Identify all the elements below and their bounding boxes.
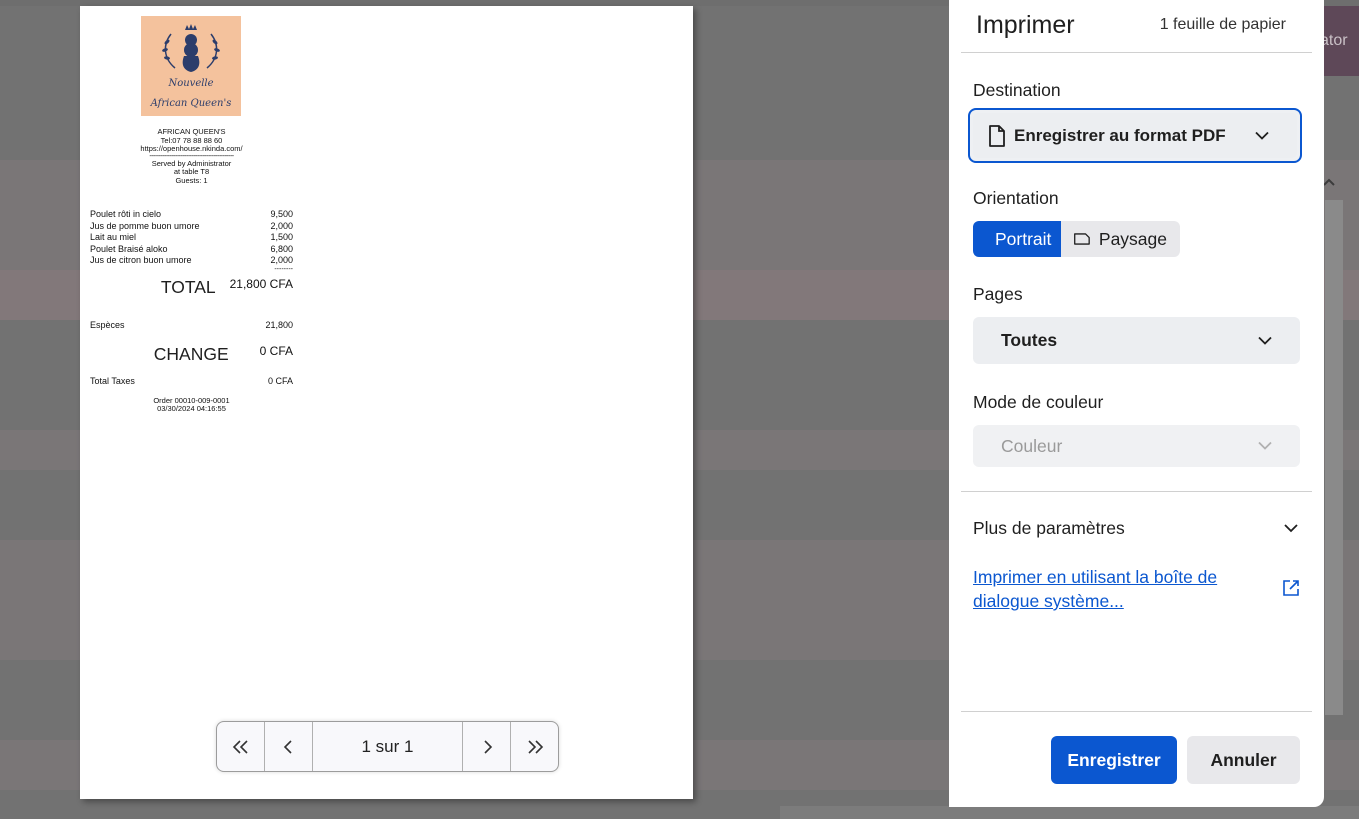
save-button[interactable]: Enregistrer [1051,736,1177,784]
restaurant-logo: Nouvelle African Queen's [141,16,241,116]
divider [961,711,1312,712]
chevron-down-icon [1284,524,1298,533]
change-label: CHANGE [153,343,229,364]
item-name: Lait au miel [90,232,137,242]
system-dialog-link[interactable]: Imprimer en utilisant la boîte de dialog… [973,565,1243,613]
item-price: 6,800 [270,243,293,254]
landscape-button[interactable]: Paysage [1061,221,1180,257]
receipt-total: TOTAL 21,800 CFA [90,277,293,298]
destination-value: Enregistrer au format PDF [1014,125,1226,145]
pages-select[interactable]: Toutes [973,317,1300,364]
total-value: 21,800 CFA [229,276,293,291]
backdrop-scrollbar [1325,200,1343,715]
divider [961,52,1312,53]
receipt-line: Lait au miel 1,500 [90,232,293,244]
chevron-down-icon [1258,441,1272,451]
chevron-right-icon [483,739,492,754]
receipt-payment: Espèces 21,800 [90,320,293,330]
sheet-count: 1 feuille de papier [1159,16,1286,33]
double-chevron-left-icon [232,739,248,754]
color-mode-value: Couleur [1001,435,1063,456]
chevron-down-icon [1255,131,1269,140]
chevron-up-icon [1322,174,1336,190]
landscape-page-icon [1074,233,1090,245]
next-page-button[interactable] [463,722,510,771]
color-mode-label: Mode de couleur [973,392,1104,412]
portrait-button[interactable]: Portrait [973,221,1061,257]
receipt-taxes: Total Taxes 0 CFA [90,376,293,386]
first-page-button[interactable] [217,722,265,771]
item-price: 9,500 [270,209,293,219]
payment-method: Espèces [90,319,125,330]
page-navigator: 1 sur 1 [216,721,559,772]
item-price: 1,500 [270,232,293,242]
more-settings-toggle[interactable]: Plus de paramètres [973,518,1300,539]
receipt-subtotal-separator: -------- [274,265,293,273]
external-link-icon[interactable] [1282,579,1300,602]
payment-amount: 21,800 [265,319,293,330]
portrait-label: Portrait [995,228,1052,249]
chevron-left-icon [283,739,292,754]
color-mode-select[interactable]: Couleur [973,425,1300,467]
item-price: 2,000 [270,220,293,231]
document-icon [988,124,1006,147]
destination-select-inner[interactable]: Enregistrer au format PDF [973,113,1297,158]
total-label: TOTAL [160,276,216,297]
last-page-button[interactable] [510,722,558,771]
previous-page-button[interactable] [265,722,313,771]
logo-text: Nouvelle [168,78,214,89]
item-name: Poulet rôti in cielo [90,209,162,219]
pages-value: Toutes [1001,330,1058,350]
double-chevron-right-icon [527,739,543,754]
orientation-toggle: Portrait Paysage [973,221,1180,257]
chevron-down-icon [1258,336,1272,345]
dialog-title: Imprimer [976,11,1075,39]
item-name: Jus de citron buon umore [90,255,192,265]
taxes-label: Total Taxes [90,375,135,386]
item-name: Poulet Braisé aloko [90,243,168,254]
landscape-label: Paysage [1098,228,1167,249]
divider [961,491,1312,492]
destination-label: Destination [973,80,1061,100]
cancel-button[interactable]: Annuler [1187,736,1300,784]
orientation-label: Orientation [973,188,1059,208]
receipt-line: Poulet Braisé aloko 6,800 [90,244,293,256]
receipt-url: https://openhouse.nkinda.com/ [140,144,243,153]
receipt-line: Jus de pomme buon umore 2,000 [90,221,293,233]
print-preview-page: Nouvelle African Queen's AFRICAN QUEEN'S… [80,6,693,799]
receipt-items: Poulet rôti in cielo 9,500 Jus de pomme … [90,209,293,267]
backdrop-bottom-bar [780,806,1359,819]
receipt-guests: Guests: 1 [175,175,208,185]
print-dialog: Imprimer 1 feuille de papier Destination… [949,0,1324,807]
taxes-value: 0 CFA [267,375,293,386]
receipt-datetime: 03/30/2024 04:16:55 [157,404,226,413]
logo-text: African Queen's [150,98,232,109]
receipt: Nouvelle African Queen's AFRICAN QUEEN'S… [90,16,293,414]
change-value: 0 CFA [259,343,293,358]
page-count: 1 sur 1 [313,722,463,771]
item-price: 2,000 [270,255,293,265]
receipt-change: CHANGE 0 CFA [90,344,293,365]
destination-select[interactable]: Enregistrer au format PDF [968,108,1302,163]
more-settings-label: Plus de paramètres [973,518,1125,538]
receipt-line: Poulet rôti in cielo 9,500 [90,209,293,221]
receipt-line: Jus de citron buon umore 2,000 [90,255,293,267]
pages-label: Pages [973,284,1023,304]
item-name: Jus de pomme buon umore [90,220,200,231]
